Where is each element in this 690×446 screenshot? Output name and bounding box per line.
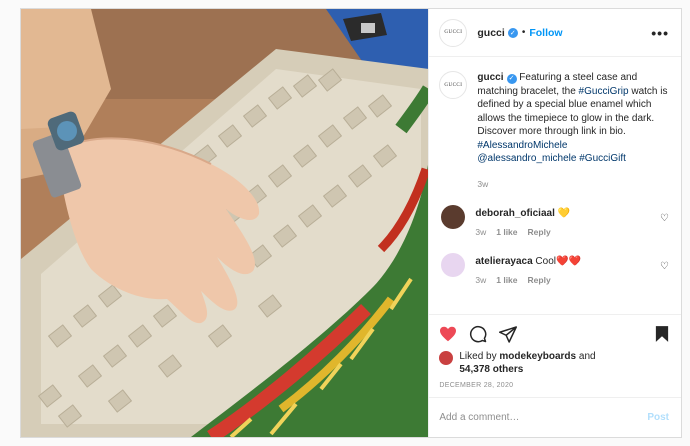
hashtag-guccigift[interactable]: #GucciGift — [579, 153, 626, 164]
comment-like-icon[interactable]: ♡ — [660, 213, 669, 224]
comment-text: Cool❤️❤️ — [532, 256, 581, 267]
caption-age: 3w — [477, 178, 489, 189]
comment-item: deborah_oficiaal 💛 3w 1 like Reply ♡ — [439, 205, 669, 239]
reply-button[interactable]: Reply — [528, 275, 551, 285]
caption: GUCCI gucci ✓ Featuring a steel case and … — [439, 71, 669, 191]
header-username[interactable]: gucci — [477, 27, 504, 39]
caption-body: gucci ✓ Featuring a steel case and matchi… — [477, 71, 669, 191]
comment-likes[interactable]: 1 like — [496, 227, 517, 237]
comment-username[interactable]: atelierayaca — [475, 256, 532, 267]
follow-button[interactable]: Follow — [529, 27, 562, 39]
save-bookmark-icon[interactable] — [655, 325, 669, 343]
liker-avatar — [439, 351, 454, 365]
post-sidebar: GUCCI gucci ✓ • Follow ••• GUCCI gucci ✓ … — [428, 9, 681, 437]
verified-badge-icon: ✓ — [507, 27, 518, 38]
likes-prefix: Liked by — [459, 351, 500, 362]
header-separator: • — [521, 27, 526, 38]
likes-middle: and — [576, 351, 596, 362]
post-actions: Liked by modekeyboards and 54,378 others … — [429, 314, 681, 389]
likes-text: Liked by modekeyboards and 54,378 others — [459, 351, 595, 376]
comments-area[interactable]: GUCCI gucci ✓ Featuring a steel case and … — [429, 57, 681, 314]
comment-body: deborah_oficiaal 💛 3w 1 like Reply — [475, 205, 570, 239]
comment-meta: 3w 1 like Reply — [475, 274, 581, 287]
like-heart-icon[interactable] — [439, 326, 457, 342]
comment-like-icon[interactable]: ♡ — [660, 261, 669, 272]
action-icons — [439, 321, 669, 347]
liker-username[interactable]: modekeyboards — [499, 351, 576, 362]
post-date: DECEMBER 28, 2020 — [439, 382, 514, 389]
comment-age: 3w — [475, 275, 487, 285]
reply-button[interactable]: Reply — [528, 227, 551, 237]
post-header: GUCCI gucci ✓ • Follow ••• — [429, 9, 681, 57]
comment-body: atelierayaca Cool❤️❤️ 3w 1 like Reply — [475, 253, 581, 287]
add-comment-bar: Post — [429, 397, 681, 437]
hashtag-guccigrip[interactable]: #GucciGrip — [579, 86, 629, 97]
instagram-post: GUCCI gucci ✓ • Follow ••• GUCCI gucci ✓ … — [20, 8, 682, 438]
comment-age: 3w — [475, 227, 487, 237]
add-comment-input[interactable] — [439, 412, 648, 423]
comment-text: 💛 — [554, 208, 571, 219]
comment-username[interactable]: deborah_oficiaal — [475, 208, 554, 219]
mention-alessandro-michele[interactable]: @alessandro_michele — [477, 153, 576, 164]
caption-verified-icon: ✓ — [506, 73, 517, 84]
comment-icon[interactable] — [469, 325, 487, 343]
post-photo-illustration — [21, 9, 429, 437]
hashtag-alessandromichele[interactable]: #AlessandroMichele — [477, 140, 567, 151]
comment-likes[interactable]: 1 like — [496, 275, 517, 285]
likes-summary[interactable]: Liked by modekeyboards and 54,378 others — [439, 351, 669, 376]
avatar-logo-text: GUCCI — [444, 30, 463, 35]
likes-count[interactable]: 54,378 others — [459, 364, 523, 375]
caption-meta: 3w — [477, 178, 669, 192]
caption-username[interactable]: gucci — [477, 72, 503, 83]
caption-avatar-logo-text: GUCCI — [444, 82, 463, 88]
gucci-avatar[interactable]: GUCCI — [439, 18, 468, 47]
comment-meta: 3w 1 like Reply — [475, 226, 570, 239]
commenter-avatar[interactable] — [441, 253, 466, 277]
comment-item: atelierayaca Cool❤️❤️ 3w 1 like Reply ♡ — [439, 253, 669, 287]
share-icon[interactable] — [499, 325, 518, 343]
caption-avatar[interactable]: GUCCI — [439, 71, 468, 99]
commenter-avatar[interactable] — [441, 205, 466, 229]
more-options-icon[interactable]: ••• — [651, 25, 669, 41]
post-comment-button[interactable]: Post — [647, 412, 669, 423]
post-image[interactable] — [21, 9, 429, 437]
